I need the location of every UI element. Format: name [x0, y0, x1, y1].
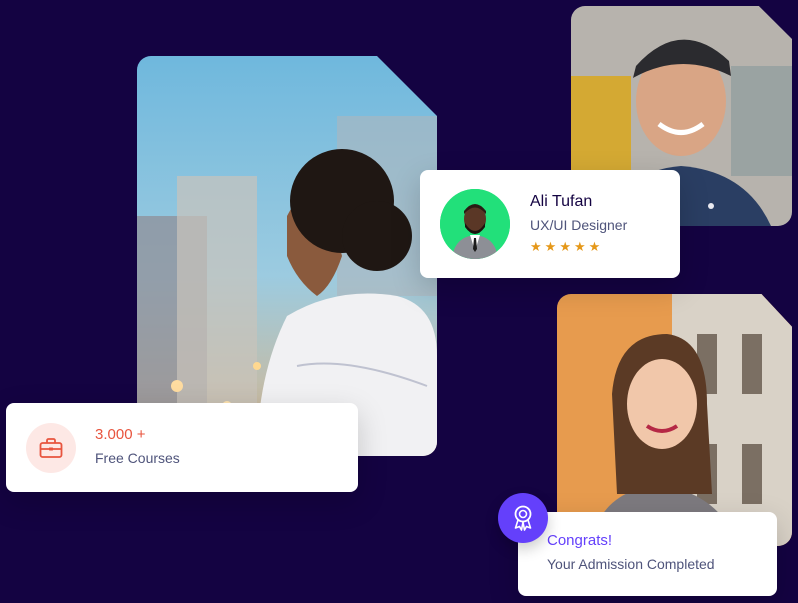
courses-icon-circle	[26, 423, 76, 473]
star-icon: ★	[530, 239, 542, 254]
congrats-text: Your Admission Completed	[547, 556, 715, 572]
woman-city-photo	[137, 56, 437, 456]
congrats-title: Congrats!	[547, 532, 613, 549]
star-icon: ★	[573, 239, 586, 254]
star-icon: ★	[588, 239, 601, 254]
profile-avatar	[440, 189, 510, 259]
star-icon: ★	[544, 239, 557, 254]
woman-smiling-photo	[557, 294, 792, 546]
award-icon	[514, 505, 532, 531]
instructor-profile-card: Ali Tufan UX/UI Designer ★ ★ ★ ★ ★	[420, 170, 680, 278]
profile-role: UX/UI Designer	[530, 217, 628, 233]
rating-stars: ★ ★ ★ ★ ★	[530, 240, 600, 253]
free-courses-card: 3.000 + Free Courses	[6, 403, 358, 492]
briefcase-icon	[39, 438, 63, 458]
profile-name: Ali Tufan	[530, 193, 593, 210]
admission-congrats-card: Congrats! Your Admission Completed	[518, 512, 777, 596]
star-icon: ★	[559, 239, 571, 254]
courses-label: Free Courses	[95, 450, 180, 466]
award-badge	[498, 493, 548, 543]
courses-count: 3.000 +	[95, 426, 146, 443]
